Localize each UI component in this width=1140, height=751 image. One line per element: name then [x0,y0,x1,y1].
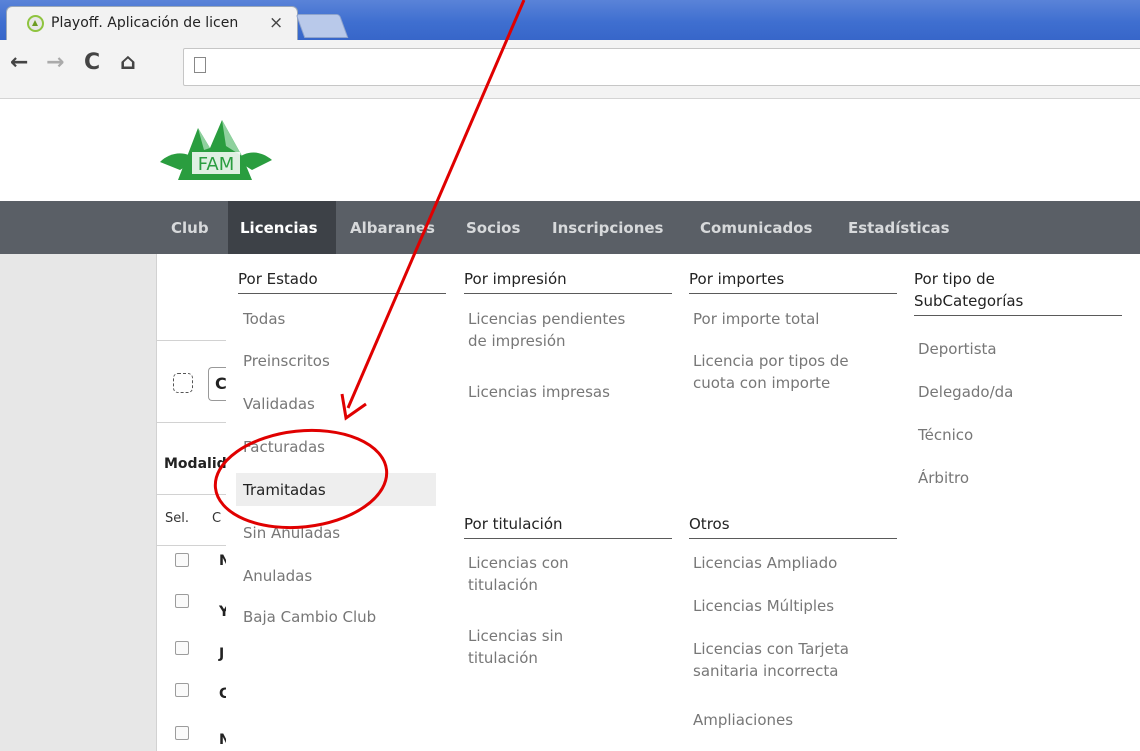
background-content [156,254,227,751]
menu-heading-otros: Otros [689,513,897,539]
divider [156,340,226,341]
menu-item-line: cuota con importe [693,374,831,392]
menu-item-line: titulación [468,649,538,667]
divider [156,545,226,546]
table-header-sel: Sel. [165,511,189,526]
menu-item-tecnico[interactable]: Técnico [918,424,973,446]
menu-item-line: Licencia por tipos de [693,352,849,370]
row-checkbox[interactable] [175,641,189,655]
tab-title: Playoff. Aplicación de licen [51,15,239,31]
nav-club[interactable]: Club [171,219,209,237]
menu-item-preinscritos[interactable]: Preinscritos [243,350,330,372]
home-icon[interactable]: ⌂ [120,50,136,75]
table-header-c: C [212,511,222,526]
menu-item-line: titulación [468,576,538,594]
fam-logo[interactable]: FAM [156,110,276,190]
menu-item-licencias-pendientes-impresion[interactable]: Licencias pendientes de impresión [468,308,625,352]
menu-heading-por-importes: Por importes [689,268,897,294]
menu-item-line: Licencias sin [468,627,564,645]
nav-estadisticas[interactable]: Estadísticas [848,219,950,237]
row-checkbox[interactable] [175,683,189,697]
menu-heading-por-subcategorias: Por tipo de SubCategorías [914,268,1122,316]
site-favicon-icon [27,15,44,32]
row-initial: J [219,646,225,662]
menu-item-ampliaciones[interactable]: Ampliaciones [693,709,793,731]
heading-line: Por tipo de [914,270,995,288]
back-arrow-icon[interactable]: ← [10,50,28,75]
menu-item-licencia-tipos-cuota[interactable]: Licencia por tipos de cuota con importe [693,350,849,394]
menu-item-validadas[interactable]: Validadas [243,393,315,415]
menu-heading-por-estado: Por Estado [238,268,446,294]
nav-inscripciones[interactable]: Inscripciones [552,219,663,237]
menu-item-sin-anuladas[interactable]: Sin Anuladas [243,522,340,544]
select-all-checkbox[interactable] [173,373,193,393]
reload-icon[interactable]: C [84,50,100,75]
row-checkbox[interactable] [175,553,189,567]
forward-arrow-icon[interactable]: → [46,50,64,75]
browser-tab[interactable]: Playoff. Aplicación de licen × [6,6,298,40]
menu-item-por-importe-total[interactable]: Por importe total [693,308,819,330]
nav-licencias[interactable]: Licencias [240,219,318,237]
menu-item-tramitadas[interactable]: Tramitadas [243,479,326,501]
row-checkbox[interactable] [175,726,189,740]
divider [156,422,226,423]
page-icon [194,57,206,73]
tab-close-icon[interactable]: × [269,13,283,33]
new-tab-button[interactable] [295,14,349,38]
menu-item-facturadas[interactable]: Facturadas [243,436,325,458]
main-nav: Club Licencias Albaranes Socios Inscripc… [0,201,1140,254]
menu-item-licencias-tarjeta-sanitaria[interactable]: Licencias con Tarjeta sanitaria incorrec… [693,638,849,682]
nav-albaranes[interactable]: Albaranes [350,219,435,237]
menu-item-licencias-multiples[interactable]: Licencias Múltiples [693,595,834,617]
heading-line: SubCategorías [914,292,1024,310]
menu-item-anuladas[interactable]: Anuladas [243,565,312,587]
divider [156,494,226,495]
menu-item-delegado[interactable]: Delegado/da [918,381,1013,403]
row-checkbox[interactable] [175,594,189,608]
menu-heading-por-impresion: Por impresión [464,268,672,294]
menu-heading-por-titulacion: Por titulación [464,513,672,539]
menu-item-licencias-sin-titulacion[interactable]: Licencias sin titulación [468,625,563,669]
background-button-initial: C [215,374,227,393]
menu-item-licencias-con-titulacion[interactable]: Licencias con titulación [468,552,569,596]
address-bar[interactable] [183,48,1140,86]
menu-item-deportista[interactable]: Deportista [918,338,997,360]
left-panel [0,254,156,751]
menu-item-arbitro[interactable]: Árbitro [918,467,969,489]
menu-item-line: Licencias con [468,554,569,572]
menu-item-baja-cambio-club[interactable]: Baja Cambio Club [243,606,376,628]
nav-socios[interactable]: Socios [466,219,520,237]
modalidad-label: Modalid [164,456,227,472]
background-button[interactable]: C [208,367,227,401]
browser-tab-strip: Playoff. Aplicación de licen × [0,0,1140,40]
menu-item-line: sanitaria incorrecta [693,662,839,680]
menu-item-todas[interactable]: Todas [243,308,285,330]
menu-item-line: de impresión [468,332,566,350]
menu-item-line: Licencias pendientes [468,310,626,328]
nav-comunicados[interactable]: Comunicados [700,219,812,237]
menu-item-licencias-ampliado[interactable]: Licencias Ampliado [693,552,837,574]
menu-item-licencias-impresas[interactable]: Licencias impresas [468,381,610,403]
browser-toolbar: ← → C ⌂ [0,40,1140,99]
menu-item-line: Licencias con Tarjeta [693,640,849,658]
logo-text: FAM [198,154,235,175]
